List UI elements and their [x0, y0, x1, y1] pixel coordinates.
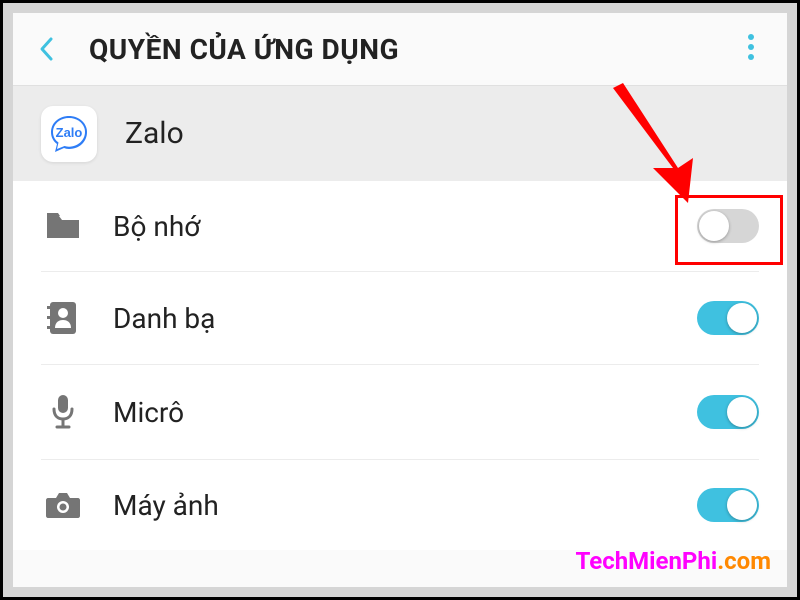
more-vertical-icon — [747, 33, 755, 61]
permission-row-contacts: Danh bạ — [41, 272, 759, 365]
folder-icon — [41, 211, 85, 241]
toggle-contacts[interactable] — [697, 301, 759, 335]
watermark: TechMienPhi.com — [575, 547, 771, 575]
permission-row-microphone: Micrô — [41, 365, 759, 460]
toggle-camera[interactable] — [697, 488, 759, 522]
app-name: Zalo — [125, 116, 184, 151]
back-button[interactable] — [37, 35, 77, 63]
permission-row-camera: Máy ảnh — [41, 460, 759, 550]
page-title: QUYỀN CỦA ỨNG DỤNG — [89, 33, 739, 66]
permission-label: Máy ảnh — [113, 489, 697, 522]
permissions-list: Bộ nhớ Danh bạ — [13, 181, 787, 550]
header: QUYỀN CỦA ỨNG DỤNG — [13, 13, 787, 85]
permission-label: Bộ nhớ — [113, 210, 697, 243]
mic-icon — [41, 393, 85, 431]
toggle-microphone[interactable] — [697, 395, 759, 429]
camera-icon — [41, 490, 85, 520]
permission-label: Danh bạ — [113, 302, 697, 335]
app-icon: Zalo — [41, 106, 97, 162]
svg-text:Zalo: Zalo — [56, 125, 83, 140]
contacts-icon — [41, 300, 85, 336]
toggle-storage[interactable] — [697, 209, 759, 243]
permission-label: Micrô — [113, 396, 697, 429]
zalo-logo-icon: Zalo — [47, 112, 91, 156]
permission-row-storage: Bộ nhớ — [41, 181, 759, 272]
app-header-row: Zalo Zalo — [13, 85, 787, 181]
more-menu-button[interactable] — [739, 25, 763, 73]
back-chevron-icon — [37, 35, 55, 63]
